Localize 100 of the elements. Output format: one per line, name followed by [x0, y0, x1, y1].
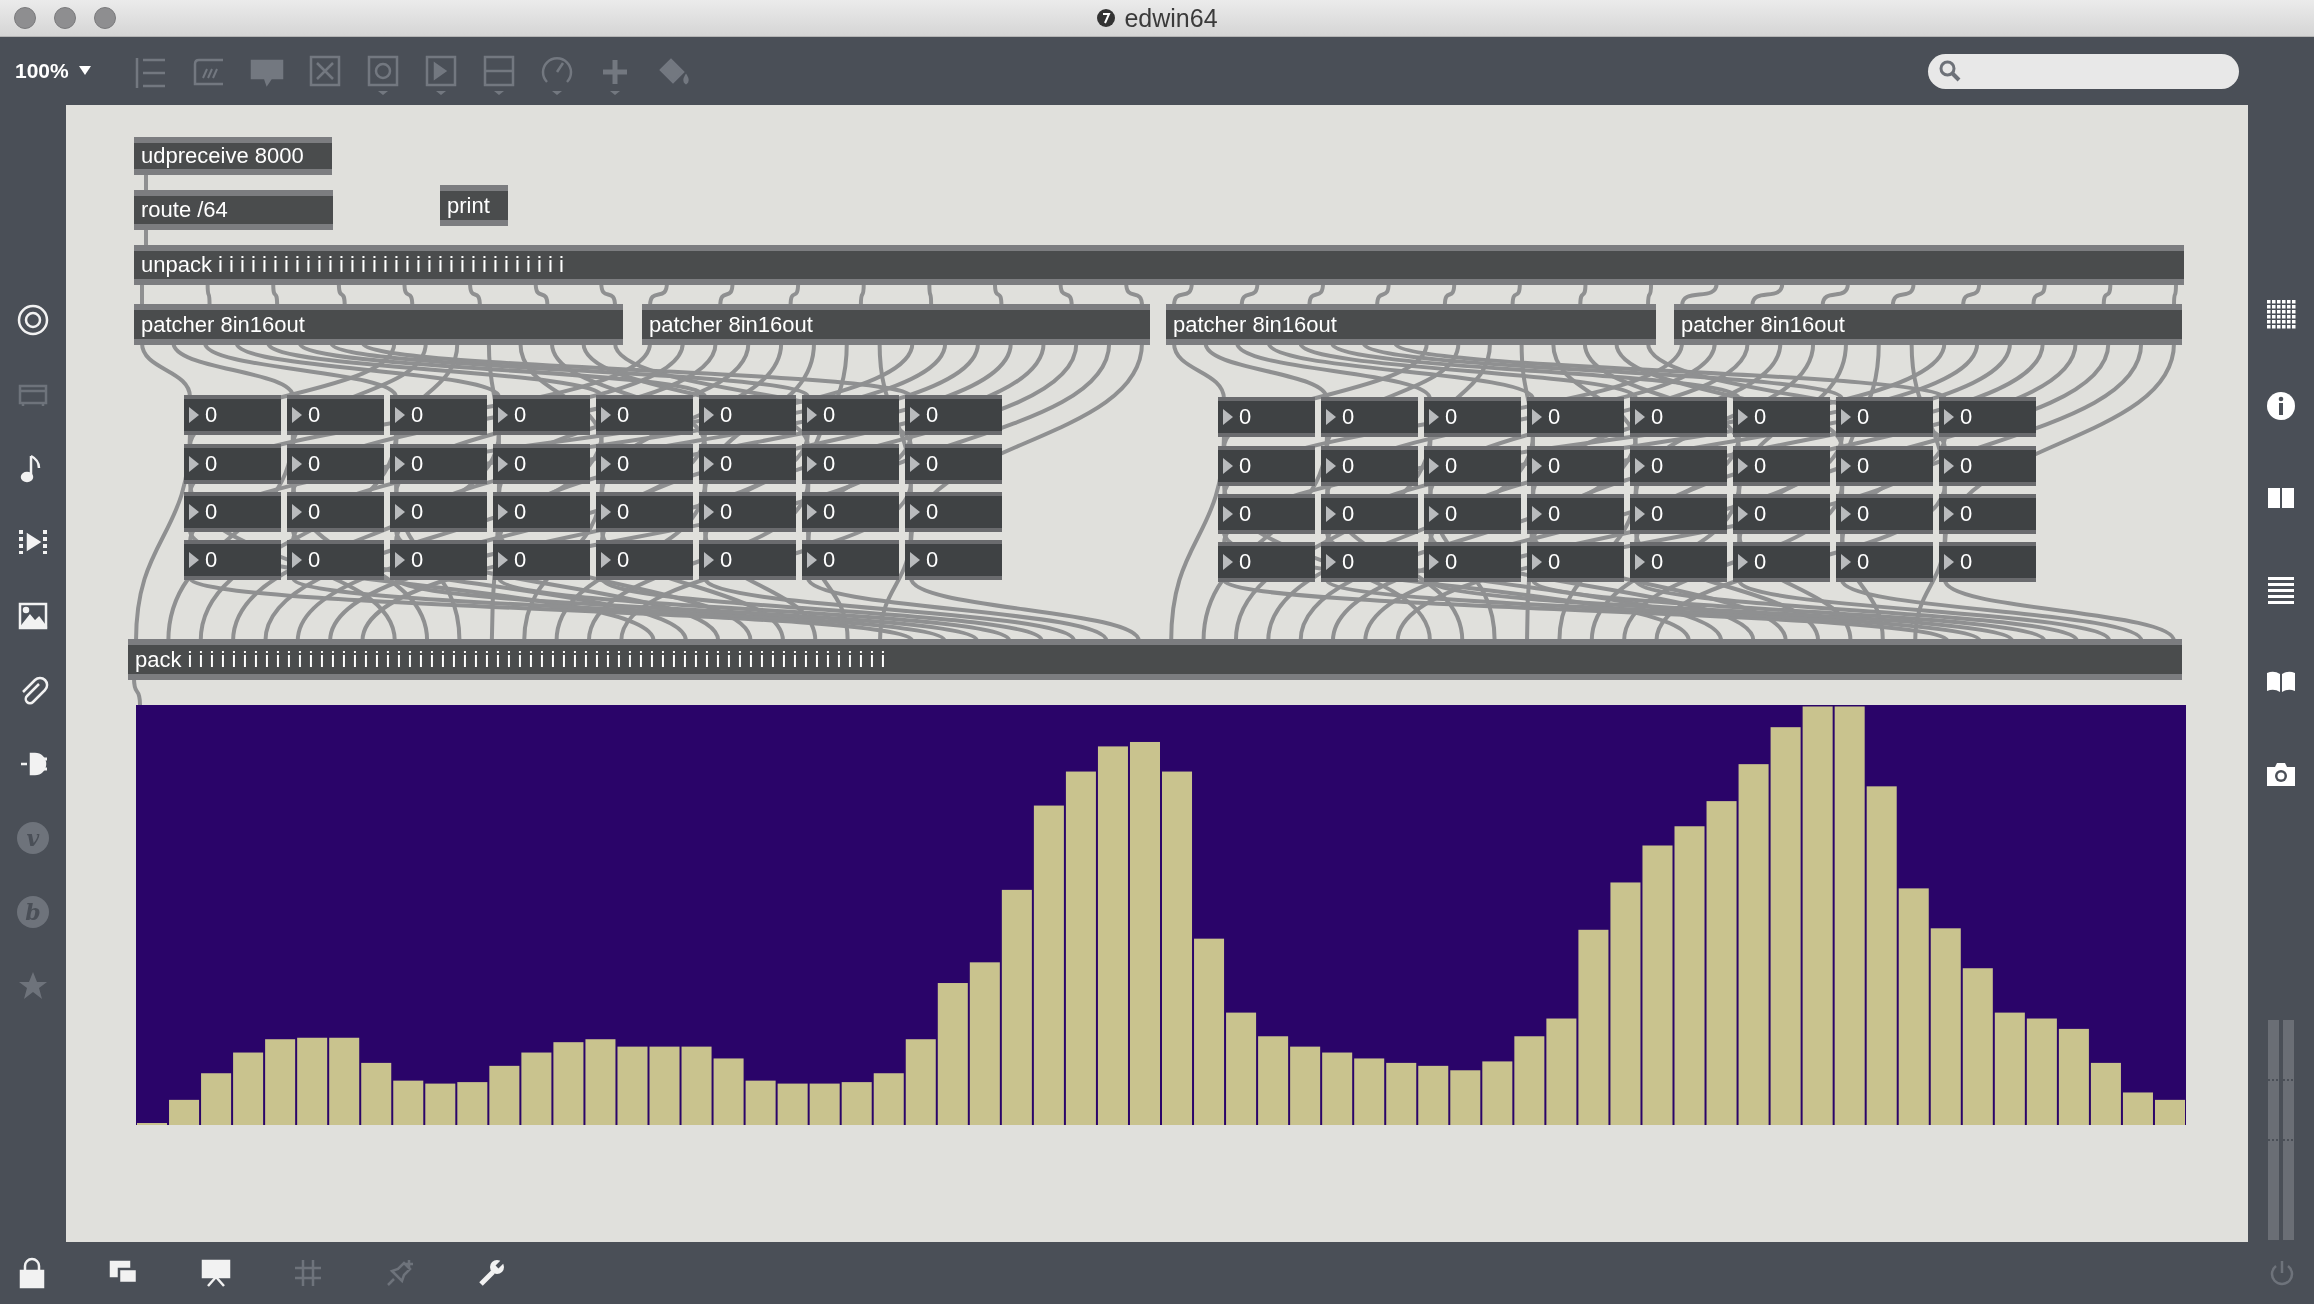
number-box[interactable]: 0 [905, 492, 1002, 532]
number-box[interactable]: 0 [287, 492, 384, 532]
number-box[interactable]: 0 [390, 492, 487, 532]
number-box[interactable]: 0 [596, 540, 693, 580]
object-box[interactable]: patcher 8in16out [1674, 304, 2182, 345]
number-box[interactable]: 0 [1321, 542, 1418, 582]
triangle-icon [395, 504, 405, 520]
number-box[interactable]: 0 [1527, 397, 1624, 437]
number-box[interactable]: 0 [287, 540, 384, 580]
number-box[interactable]: 0 [699, 540, 796, 580]
number-box[interactable]: 0 [1630, 494, 1727, 534]
object-box[interactable]: udpreceive 8000 [134, 137, 332, 175]
number-box[interactable]: 0 [1424, 397, 1521, 437]
number-box[interactable]: 0 [1630, 446, 1727, 486]
number-box[interactable]: 0 [1218, 446, 1315, 486]
number-box[interactable]: 0 [596, 444, 693, 484]
triangle-icon [1944, 554, 1954, 570]
triangle-icon [1635, 409, 1645, 425]
number-box[interactable]: 0 [1939, 494, 2036, 534]
number-box[interactable]: 0 [1630, 397, 1727, 437]
number-box[interactable]: 0 [287, 395, 384, 435]
number-box[interactable]: 0 [596, 395, 693, 435]
number-box[interactable]: 0 [390, 540, 487, 580]
number-box[interactable]: 0 [1836, 397, 1933, 437]
object-box[interactable]: patcher 8in16out [134, 304, 623, 345]
number-box[interactable]: 0 [1218, 397, 1315, 437]
number-box[interactable]: 0 [493, 395, 590, 435]
number-box[interactable]: 0 [184, 492, 281, 532]
number-box[interactable]: 0 [390, 444, 487, 484]
grid-icon[interactable] [2265, 298, 2297, 330]
number-box[interactable]: 0 [1939, 446, 2036, 486]
number-box[interactable]: 0 [699, 444, 796, 484]
number-box[interactable]: 0 [1218, 494, 1315, 534]
number-box[interactable]: 0 [1939, 397, 2036, 437]
number-box[interactable]: 0 [1424, 446, 1521, 486]
number-box[interactable]: 0 [287, 444, 384, 484]
presentation-icon[interactable] [200, 1257, 232, 1289]
number-box[interactable]: 0 [699, 492, 796, 532]
object-box[interactable]: pack i i i i i i i i i i i i i i i i i i i i i i i i i i i i i i i i i i i i i i i i i i i i i i i i i i i i i i i i i i i i i i i i [128, 639, 2182, 680]
number-box[interactable]: 0 [905, 395, 1002, 435]
number-box[interactable]: 0 [1527, 542, 1624, 582]
number-box[interactable]: 0 [1836, 446, 1933, 486]
triangle-icon [1738, 506, 1748, 522]
number-box[interactable]: 0 [184, 444, 281, 484]
number-box[interactable]: 0 [390, 395, 487, 435]
object-box[interactable]: patcher 8in16out [642, 304, 1150, 345]
search-field[interactable] [1928, 53, 2239, 89]
minimize-button[interactable] [54, 7, 76, 29]
number-box[interactable]: 0 [1733, 397, 1830, 437]
number-box[interactable]: 0 [1733, 494, 1830, 534]
number-box[interactable]: 0 [802, 540, 899, 580]
number-box[interactable]: 0 [1424, 542, 1521, 582]
list-icon[interactable] [2265, 574, 2297, 606]
number-box[interactable]: 0 [493, 540, 590, 580]
number-box[interactable]: 0 [1939, 542, 2036, 582]
triangle-icon [292, 504, 302, 520]
triangle-icon [498, 504, 508, 520]
target-icon[interactable] [17, 304, 49, 336]
triangle-icon [1738, 409, 1748, 425]
triangle-icon [1326, 554, 1336, 570]
number-box[interactable]: 0 [1527, 446, 1624, 486]
number-box[interactable]: 0 [1630, 542, 1727, 582]
number-box[interactable]: 0 [493, 492, 590, 532]
number-box[interactable]: 0 [1218, 542, 1315, 582]
number-box[interactable]: 0 [1733, 446, 1830, 486]
triangle-icon [1429, 409, 1439, 425]
number-box[interactable]: 0 [802, 395, 899, 435]
number-box[interactable]: 0 [184, 540, 281, 580]
number-box[interactable]: 0 [1527, 494, 1624, 534]
number-box[interactable]: 0 [1321, 397, 1418, 437]
object-box[interactable]: print [440, 185, 508, 226]
number-box[interactable]: 0 [802, 492, 899, 532]
object-box[interactable]: unpack i i i i i i i i i i i i i i i i i i i i i i i i i i i i i i i i [134, 245, 2184, 285]
object-box[interactable]: patcher 8in16out [1166, 304, 1656, 345]
triangle-icon [704, 552, 714, 568]
object-box[interactable]: route /64 [134, 190, 333, 230]
number-box[interactable]: 0 [905, 444, 1002, 484]
number-box[interactable]: 0 [1321, 446, 1418, 486]
close-button[interactable] [14, 7, 36, 29]
zoom-menu[interactable]: 100% [15, 59, 91, 83]
multislider-drawing[interactable] [136, 705, 2186, 1125]
zoom-button[interactable] [94, 7, 116, 29]
number-box[interactable]: 0 [1424, 494, 1521, 534]
triangle-icon [807, 552, 817, 568]
number-box[interactable]: 0 [184, 395, 281, 435]
number-box[interactable]: 0 [1321, 494, 1418, 534]
number-box[interactable]: 0 [802, 444, 899, 484]
triangle-icon [1532, 409, 1542, 425]
number-box[interactable]: 0 [1836, 494, 1933, 534]
triangle-icon [1326, 409, 1336, 425]
number-box[interactable]: 0 [699, 395, 796, 435]
image-icon[interactable] [17, 600, 49, 632]
number-box[interactable]: 0 [596, 492, 693, 532]
triangle-icon [189, 504, 199, 520]
number-box[interactable]: 0 [905, 540, 1002, 580]
number-box[interactable]: 0 [1733, 542, 1830, 582]
number-box[interactable]: 0 [1836, 542, 1933, 582]
info-icon[interactable] [2265, 390, 2297, 422]
number-box[interactable]: 0 [493, 444, 590, 484]
triangle-icon [292, 407, 302, 423]
